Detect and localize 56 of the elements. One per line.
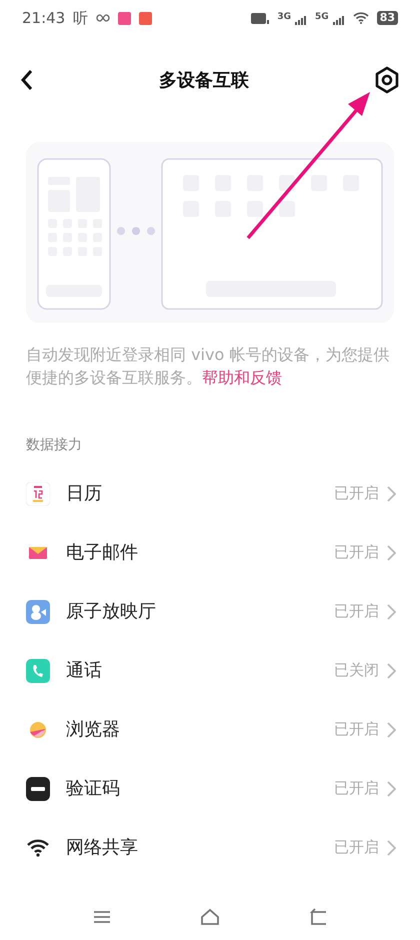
video-icon: [26, 600, 50, 624]
menu-button[interactable]: [92, 908, 112, 926]
back-icon: [20, 69, 34, 91]
settings-button[interactable]: [374, 66, 400, 94]
app-notification-icon: [139, 12, 152, 24]
row-status: 已关闭: [334, 660, 379, 682]
row-status: 已开启: [334, 837, 379, 858]
settings-icon: [374, 66, 400, 94]
chevron-icon: [387, 604, 396, 620]
battery: 83: [376, 11, 398, 25]
section-title: 数据接力: [26, 436, 83, 455]
home-icon: [200, 908, 220, 926]
chevron-icon: [387, 840, 396, 856]
phone-icon: [26, 658, 50, 682]
setting-row[interactable]: 电子邮件 已开启: [0, 523, 420, 582]
app-notification-icon: [118, 12, 132, 24]
chevron-icon: [387, 544, 396, 560]
setting-row[interactable]: 原子放映厅 已开启: [0, 582, 420, 641]
setting-row[interactable]: 网络共享 已开启: [0, 818, 420, 877]
network-type: 3G: [277, 11, 292, 24]
page-title: 多设备互联: [158, 68, 250, 92]
row-label: 日历: [66, 482, 102, 506]
chevron-icon: [387, 662, 396, 678]
back-nav-button[interactable]: [308, 908, 328, 926]
chevron-icon: [387, 780, 396, 796]
row-status: 已开启: [334, 483, 379, 504]
wifi-icon: [352, 12, 369, 24]
row-label: 验证码: [66, 777, 120, 801]
setting-row[interactable]: 通话 已关闭: [0, 641, 420, 700]
description-text: 自动发现附近登录相同 vivo 帐号的设备，为您提供便捷的多设备互联服务。帮助和反馈: [26, 344, 390, 389]
setting-row[interactable]: 验证码 已开启: [0, 759, 420, 818]
setting-row[interactable]: 浏览器 已开启: [0, 700, 420, 759]
chevron-icon: [387, 722, 396, 738]
row-label: 网络共享: [66, 836, 138, 860]
row-label: 原子放映厅: [66, 600, 156, 624]
setting-row[interactable]: 日历 已开启: [0, 464, 420, 523]
menu-icon: [92, 908, 112, 926]
row-status: 已开启: [334, 778, 379, 800]
home-button[interactable]: [200, 908, 220, 926]
calendar-icon: [26, 482, 50, 506]
row-label: 浏览器: [66, 718, 120, 742]
signal-icon: [332, 14, 345, 25]
back-nav-icon: [308, 908, 328, 926]
clock: 21:43: [22, 8, 66, 29]
row-status: 已开启: [334, 719, 379, 740]
network-type: 5G: [315, 11, 329, 24]
infinity-icon: [96, 14, 110, 22]
row-label: 电子邮件: [66, 541, 138, 565]
chevron-icon: [387, 486, 396, 502]
row-status: 已开启: [334, 601, 379, 622]
row-label: 通话: [66, 659, 102, 683]
help-feedback-link[interactable]: 帮助和反馈: [202, 368, 282, 387]
row-status: 已开启: [334, 542, 379, 564]
back-button[interactable]: [20, 69, 34, 91]
signal-icon: [295, 14, 308, 25]
listen-text: 听: [73, 8, 88, 29]
